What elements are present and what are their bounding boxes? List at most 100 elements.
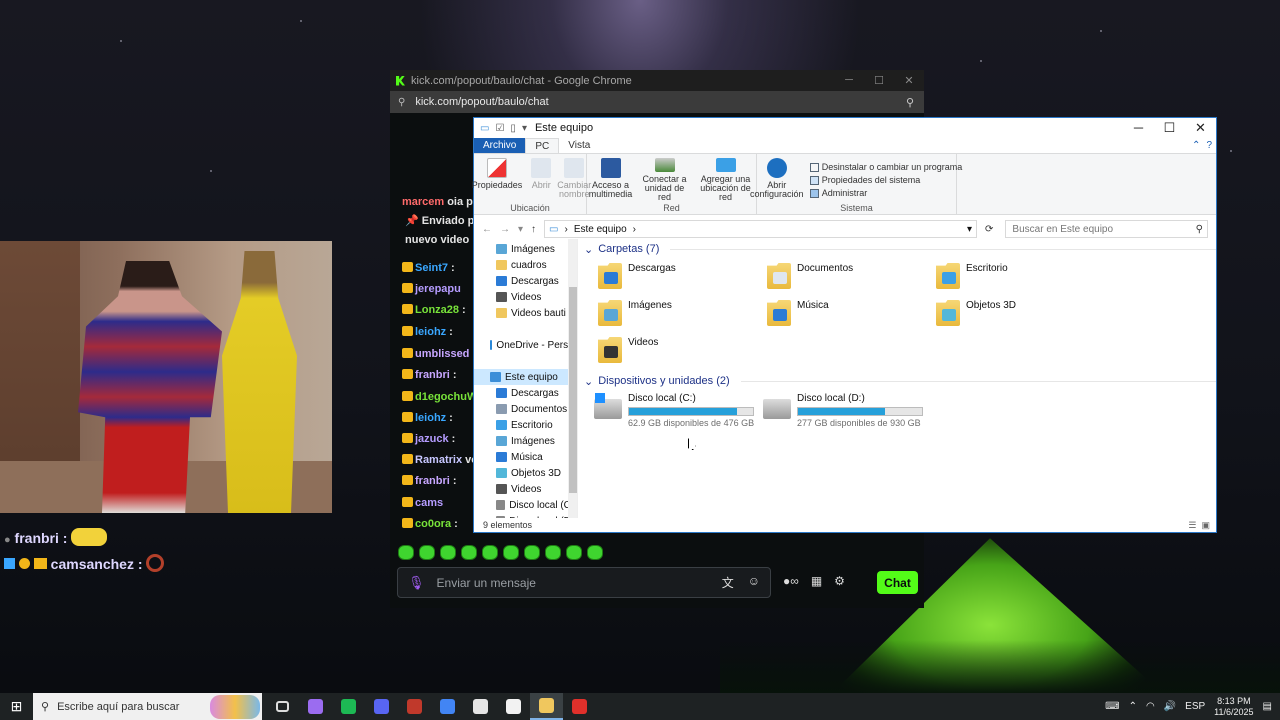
help-icon[interactable]: ?: [1206, 140, 1212, 151]
back-icon[interactable]: ←: [482, 224, 492, 235]
taskbar-app[interactable]: [464, 693, 497, 720]
nav-item[interactable]: Documentos: [474, 401, 577, 417]
details-view-icon[interactable]: ☰: [1188, 520, 1196, 531]
chat-username[interactable]: marcem: [402, 196, 444, 208]
emote-icon[interactable]: [503, 545, 519, 560]
uninstall-program-link[interactable]: Desinstalar o cambiar un programa: [809, 162, 962, 172]
abrir-configuracion-button[interactable]: Abrir configuración: [750, 158, 804, 199]
nav-item[interactable]: Videos bauti: [474, 305, 577, 321]
network-icon[interactable]: ◠: [1146, 701, 1155, 712]
tab-vista[interactable]: Vista: [559, 138, 599, 153]
show-hidden-icons-icon[interactable]: ⌃: [1129, 701, 1137, 712]
manage-link[interactable]: Administrar: [809, 188, 963, 198]
emote-icon[interactable]: [482, 545, 498, 560]
drive-item[interactable]: Disco local (D:) 277 GB disponibles de 93…: [763, 393, 932, 428]
chrome-address-bar[interactable]: ⚲ kick.com/popout/baulo/chat ⚲: [390, 91, 924, 113]
chat-username[interactable]: Lonza28: [415, 304, 459, 316]
quick-access-dropdown-icon[interactable]: ▾: [522, 123, 527, 134]
minimize-button[interactable]: ─: [1123, 120, 1154, 136]
folder-item[interactable]: Música: [767, 300, 936, 328]
taskbar-search[interactable]: ⚲ Escribe aquí para buscar: [33, 693, 262, 720]
nav-item[interactable]: Objetos 3D: [474, 465, 577, 481]
nav-item[interactable]: Disco local (C:): [474, 497, 577, 513]
scrollbar-thumb[interactable]: [569, 287, 577, 493]
folder-item[interactable]: Documentos: [767, 263, 936, 291]
volume-icon[interactable]: 🔊: [1164, 701, 1176, 712]
folder-item[interactable]: Imágenes: [598, 300, 767, 328]
breadcrumb[interactable]: Este equipo: [574, 224, 627, 235]
maximize-button[interactable]: ☐: [864, 74, 894, 87]
microphone-icon[interactable]: 🎙: [408, 575, 425, 591]
nav-item[interactable]: cuadros: [474, 257, 577, 273]
chat-username[interactable]: Ramatrix: [415, 454, 462, 466]
refresh-icon[interactable]: ⟳: [985, 224, 993, 235]
search-input[interactable]: Buscar en Este equipo ⚲: [1005, 220, 1208, 238]
emote-icon[interactable]: [524, 545, 540, 560]
chat-username[interactable]: jazuck: [415, 433, 449, 445]
nav-item[interactable]: Videos: [474, 481, 577, 497]
nav-item[interactable]: Este equipo: [474, 369, 577, 385]
drive-item[interactable]: Disco local (C:) 62.9 GB disponibles de 4…: [594, 393, 763, 428]
notifications-icon[interactable]: ▤: [1263, 701, 1272, 712]
maximize-button[interactable]: ☐: [1154, 120, 1185, 136]
folder-item[interactable]: Videos: [598, 337, 767, 365]
nav-item[interactable]: [474, 353, 577, 369]
nav-item[interactable]: Imágenes: [474, 433, 577, 449]
properties-quick-icon[interactable]: ☑: [495, 123, 504, 134]
nav-scrollbar[interactable]: [568, 239, 577, 518]
chat-username[interactable]: franbri: [415, 475, 450, 487]
windows-start-button[interactable]: ⊞: [0, 693, 33, 720]
up-icon[interactable]: ↑: [531, 224, 536, 235]
nav-item[interactable]: Música: [474, 449, 577, 465]
emote-icon[interactable]: [587, 545, 603, 560]
acceso-multimedia-button[interactable]: Acceso a multimedia: [588, 158, 634, 202]
agregar-ubicacion-red-button[interactable]: Agregar una ubicación de red: [696, 158, 756, 202]
tab-pc[interactable]: PC: [525, 138, 560, 153]
zoom-icon[interactable]: ⚲: [906, 96, 914, 109]
taskbar-app[interactable]: [530, 693, 563, 720]
emoji-icon[interactable]: ☺: [748, 574, 760, 591]
search-icon[interactable]: ⚲: [1196, 224, 1203, 235]
forward-icon[interactable]: →: [500, 224, 510, 235]
chat-username[interactable]: co0ora: [415, 518, 451, 530]
folder-item[interactable]: Objetos 3D: [936, 300, 1105, 328]
taskbar-app[interactable]: [332, 693, 365, 720]
folder-item[interactable]: Escritorio: [936, 263, 1105, 291]
taskbar-app[interactable]: [497, 693, 530, 720]
minimize-button[interactable]: ─: [834, 74, 864, 87]
address-bar[interactable]: ▭ › Este equipo › ▾: [544, 220, 978, 238]
nav-item[interactable]: Imágenes: [474, 241, 577, 257]
new-folder-quick-icon[interactable]: ▯: [510, 123, 516, 134]
nav-item[interactable]: Descargas: [474, 273, 577, 289]
language-indicator[interactable]: ESP: [1185, 701, 1205, 712]
nav-item[interactable]: [474, 321, 577, 337]
chat-username[interactable]: d1egochuW: [415, 391, 477, 403]
emote-icon[interactable]: [440, 545, 456, 560]
message-input[interactable]: 🎙 Enviar un mensaje 文 ☺: [397, 567, 771, 598]
emote-icon[interactable]: [461, 545, 477, 560]
settings-icon[interactable]: ⚙: [834, 574, 845, 588]
translate-icon[interactable]: 文: [722, 574, 734, 591]
abrir-button[interactable]: Abrir: [528, 158, 554, 202]
large-icons-view-icon[interactable]: ▣: [1201, 520, 1210, 531]
chat-username[interactable]: leiohz: [415, 412, 446, 424]
clock[interactable]: 8:13 PM 11/6/2025: [1214, 696, 1253, 718]
conectar-unidad-red-button[interactable]: Conectar a unidad de red: [637, 158, 693, 202]
close-button[interactable]: ✕: [1185, 120, 1216, 136]
emote-icon[interactable]: [398, 545, 414, 560]
folder-item[interactable]: Descargas: [598, 263, 767, 291]
taskbar-app[interactable]: [266, 693, 299, 720]
emote-icon[interactable]: [545, 545, 561, 560]
kicks-icon[interactable]: ●∞: [783, 574, 799, 588]
folders-section-header[interactable]: ⌄ Carpetas (7): [584, 239, 1216, 259]
nav-item[interactable]: Videos: [474, 289, 577, 305]
chat-username[interactable]: umblissed: [415, 348, 469, 360]
collapse-ribbon-icon[interactable]: ⌃: [1192, 140, 1200, 151]
emote-icon[interactable]: [566, 545, 582, 560]
taskbar-app[interactable]: [398, 693, 431, 720]
propiedades-button[interactable]: Propiedades: [469, 158, 526, 202]
taskbar-app[interactable]: [431, 693, 464, 720]
nav-item[interactable]: Escritorio: [474, 417, 577, 433]
taskbar-app[interactable]: [563, 693, 596, 720]
devices-section-header[interactable]: ⌄ Dispositivos y unidades (2): [584, 371, 1216, 391]
